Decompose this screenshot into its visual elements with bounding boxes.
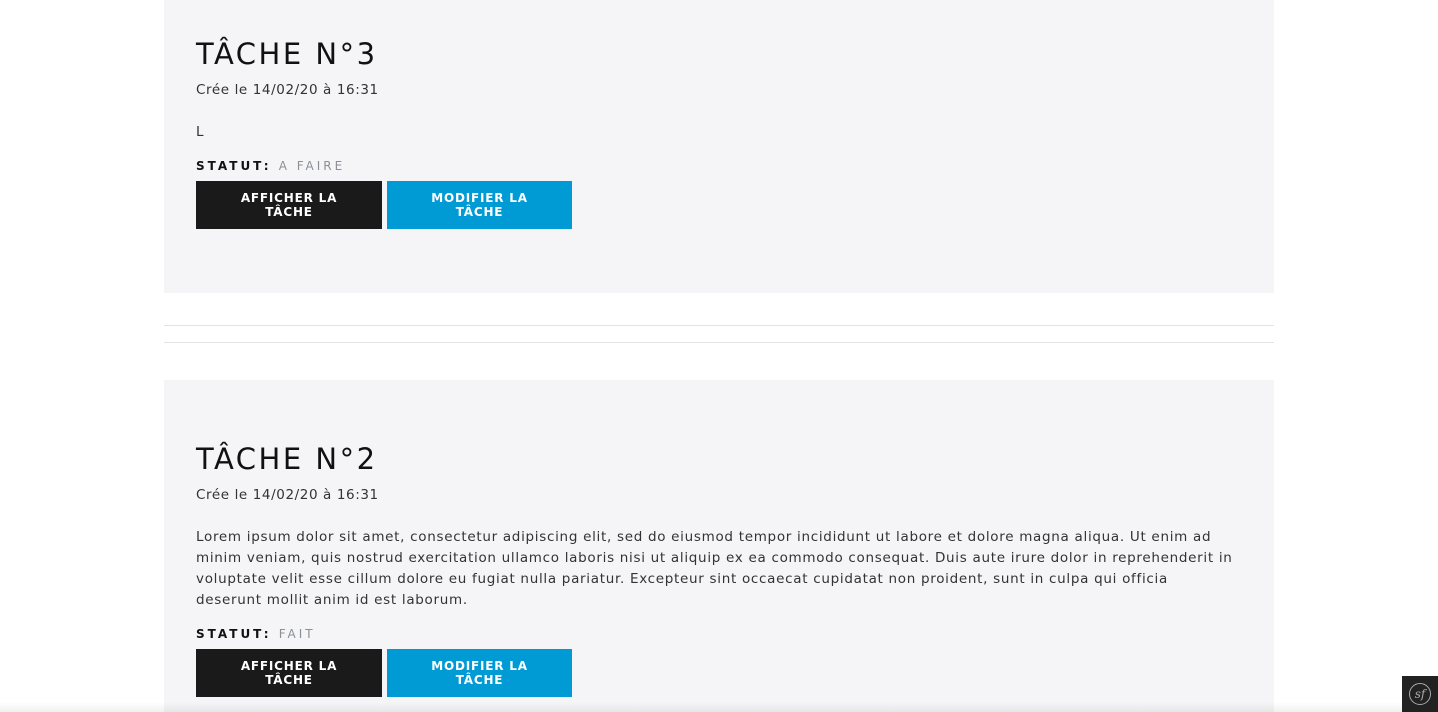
task-list-page: TÂCHE N°3 Crée le 14/02/20 à 16:31 L STA… — [0, 0, 1438, 712]
edit-task-button[interactable]: MODIFIER LA TÂCHE — [387, 649, 572, 697]
status-value: A FAIRE — [278, 159, 346, 173]
task-actions: AFFICHER LA TÂCHE MODIFIER LA TÂCHE — [196, 649, 572, 697]
task-card: TÂCHE N°3 Crée le 14/02/20 à 16:31 L STA… — [164, 0, 1274, 293]
divider — [164, 325, 1274, 326]
divider — [164, 342, 1274, 343]
task-created-date: Crée le 14/02/20 à 16:31 — [196, 487, 379, 503]
status-label: STATUT: — [196, 159, 272, 173]
task-created-date: Crée le 14/02/20 à 16:31 — [196, 82, 379, 98]
task-card: TÂCHE N°2 Crée le 14/02/20 à 16:31 Lorem… — [164, 380, 1274, 712]
show-task-button[interactable]: AFFICHER LA TÂCHE — [196, 181, 382, 229]
bottom-shadow — [0, 702, 1438, 712]
symfony-debug-toolbar-toggle[interactable]: sf — [1402, 676, 1438, 712]
task-title: TÂCHE N°3 — [196, 37, 378, 71]
task-content: Lorem ipsum dolor sit amet, consectetur … — [196, 529, 1233, 608]
task-actions: AFFICHER LA TÂCHE MODIFIER LA TÂCHE — [196, 181, 572, 229]
show-task-button[interactable]: AFFICHER LA TÂCHE — [196, 649, 382, 697]
task-status: STATUT: A FAIRE — [196, 158, 345, 174]
status-value: FAIT — [278, 627, 316, 641]
task-content: L — [196, 124, 205, 140]
edit-task-button[interactable]: MODIFIER LA TÂCHE — [387, 181, 572, 229]
symfony-icon: sf — [1409, 683, 1431, 705]
status-label: STATUT: — [196, 627, 272, 641]
task-status: STATUT: FAIT — [196, 626, 316, 642]
task-title: TÂCHE N°2 — [196, 442, 378, 476]
